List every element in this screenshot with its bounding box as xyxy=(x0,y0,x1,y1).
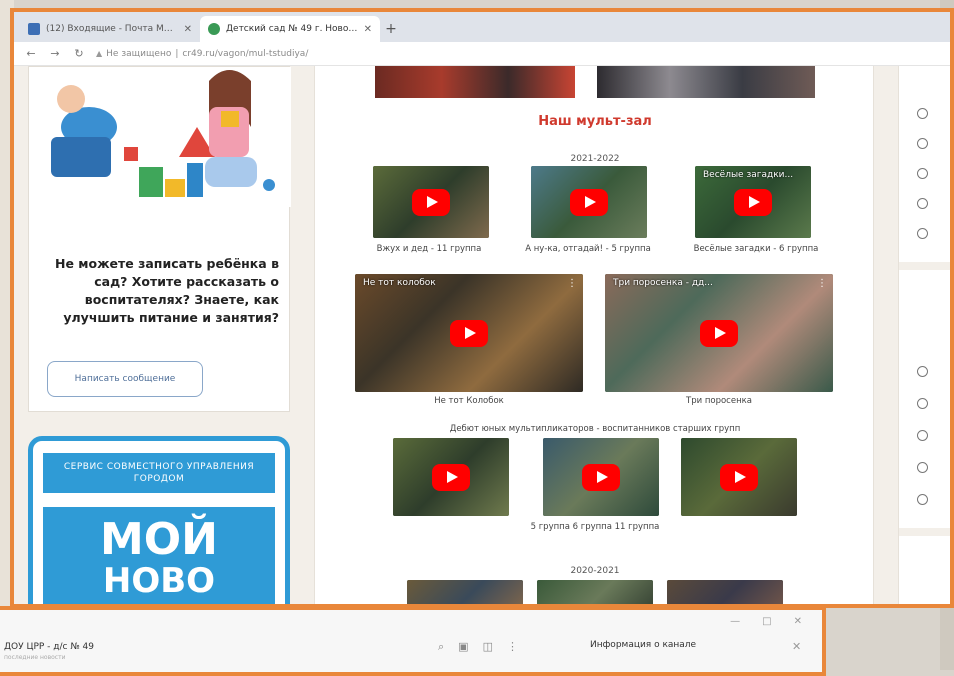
more-options-icon[interactable]: ⋮ xyxy=(817,278,827,289)
channel-title: ДОУ ЦРР - д/с № 49 xyxy=(4,642,95,652)
debut-caption: Дебют юных мультипликаторов - воспитанни… xyxy=(449,424,741,434)
play-icon[interactable] xyxy=(450,320,488,347)
close-icon[interactable]: ✕ xyxy=(792,640,801,653)
video-label: Весёлые загадки - 6 группа xyxy=(693,244,819,254)
channel-info-label[interactable]: Информация о канале xyxy=(590,640,696,650)
tab-title: (12) Входящие - Почта Mail.ru xyxy=(46,24,178,34)
forward-icon[interactable]: → xyxy=(48,47,62,60)
overlay-toolbar: ⌕ ▣ ◫ ⋮ xyxy=(438,640,518,654)
close-icon[interactable]: ✕ xyxy=(794,616,802,627)
page-content: Не можете записать ребёнка в сад? Хотите… xyxy=(14,66,950,604)
video-player[interactable] xyxy=(537,580,653,604)
children-playing-illustration xyxy=(29,67,291,207)
radio-option[interactable] xyxy=(917,108,928,119)
service-band-text: СЕРВИС СОВМЕСТНОГО УПРАВЛЕНИЯ ГОРОДОМ xyxy=(43,453,275,493)
radio-option[interactable] xyxy=(917,366,928,377)
tab-title: Детский сад № 49 г. Новороссийск xyxy=(226,24,358,34)
tab-kindergarten[interactable]: Детский сад № 49 г. Новороссийск ✕ xyxy=(200,16,380,42)
play-icon[interactable] xyxy=(582,464,620,491)
panel-icon[interactable]: ◫ xyxy=(483,640,493,654)
search-icon[interactable]: ⌕ xyxy=(438,640,444,654)
more-options-icon[interactable]: ⋮ xyxy=(507,640,518,654)
video-player[interactable] xyxy=(393,438,509,516)
video-label: Не тот Колобок xyxy=(434,396,504,406)
feedback-card: Не можете записать ребёнка в сад? Хотите… xyxy=(28,66,291,412)
maximize-icon[interactable]: □ xyxy=(762,616,771,627)
radio-option[interactable] xyxy=(917,168,928,179)
channel-subtitle: последние новости xyxy=(4,654,66,661)
radio-option[interactable] xyxy=(917,228,928,239)
play-icon[interactable] xyxy=(734,189,772,216)
site-favicon-icon xyxy=(208,23,220,35)
video-player[interactable] xyxy=(531,166,647,238)
year-heading: 2020-2021 xyxy=(570,566,620,576)
browser-window: (12) Входящие - Почта Mail.ru ✕ Детский … xyxy=(10,8,954,608)
address-bar: ← → ↻ ▲ Не защищено | cr49.ru/vagon/mul-… xyxy=(14,42,950,66)
video-player[interactable] xyxy=(407,580,523,604)
video-player[interactable] xyxy=(543,438,659,516)
main-content: Наш мульт-зал 2021-2022 Весёлые загадки.… xyxy=(314,66,874,604)
photo-image xyxy=(597,66,815,98)
video-player[interactable]: Весёлые загадки... xyxy=(695,166,811,238)
section-title: Наш мульт-зал xyxy=(538,114,652,129)
more-options-icon[interactable]: ⋮ xyxy=(567,278,577,289)
url-field[interactable]: ▲ Не защищено | cr49.ru/vagon/mul-tstudi… xyxy=(96,49,308,59)
write-message-button[interactable]: Написать сообщение xyxy=(47,361,203,397)
video-label: Три поросенка xyxy=(686,396,752,406)
play-icon[interactable] xyxy=(570,189,608,216)
play-icon[interactable] xyxy=(720,464,758,491)
photo-image xyxy=(375,66,575,98)
radio-option[interactable] xyxy=(917,138,928,149)
reload-icon[interactable]: ↻ xyxy=(72,47,86,60)
video-label: А ну-ка, отгадай! - 5 группа xyxy=(525,244,651,254)
moy-novo-service-banner[interactable]: СЕРВИС СОВМЕСТНОГО УПРАВЛЕНИЯ ГОРОДОМ МО… xyxy=(28,436,290,604)
feedback-question: Не можете записать ребёнка в сад? Хотите… xyxy=(55,256,279,325)
window-controls: — □ ✕ xyxy=(730,616,802,627)
tab-bar: (12) Входящие - Почта Mail.ru ✕ Детский … xyxy=(14,12,950,42)
video-player[interactable] xyxy=(681,438,797,516)
new-tab-button[interactable]: + xyxy=(380,16,402,42)
radio-option[interactable] xyxy=(917,398,928,409)
video-player[interactable] xyxy=(373,166,489,238)
minimize-icon[interactable]: — xyxy=(730,616,740,627)
play-icon[interactable] xyxy=(700,320,738,347)
year-heading: 2021-2022 xyxy=(570,154,620,164)
play-icon[interactable] xyxy=(432,464,470,491)
grid-icon[interactable]: ▣ xyxy=(458,640,468,654)
radio-option[interactable] xyxy=(917,198,928,209)
left-sidebar: Не можете записать ребёнка в сад? Хотите… xyxy=(28,66,291,604)
warning-icon: ▲ xyxy=(96,49,103,58)
video-overlay-window: — □ ✕ ДОУ ЦРР - д/с № 49 последние новос… xyxy=(0,606,826,676)
survey-sidebar xyxy=(898,66,950,604)
radio-option[interactable] xyxy=(917,430,928,441)
moy-novo-logo: МОЙ НОВО xyxy=(43,507,275,604)
tab-mail[interactable]: (12) Входящие - Почта Mail.ru ✕ xyxy=(20,16,200,42)
video-title: Весёлые загадки... xyxy=(703,170,794,180)
divider xyxy=(899,528,950,536)
mail-favicon-icon xyxy=(28,23,40,35)
close-icon[interactable]: ✕ xyxy=(184,24,192,35)
video-title: Не тот колобок xyxy=(363,278,436,288)
video-player[interactable]: Не тот колобок ⋮ xyxy=(355,274,583,392)
photo-strip xyxy=(375,66,815,100)
close-icon[interactable]: ✕ xyxy=(364,24,372,35)
divider xyxy=(899,262,950,270)
video-player[interactable] xyxy=(667,580,783,604)
radio-option[interactable] xyxy=(917,494,928,505)
video-title: Три поросенка - дд... xyxy=(613,278,713,288)
url-security-label: Не защищено xyxy=(106,48,172,59)
debut-group-labels: 5 группа 6 группа 11 группа xyxy=(530,522,660,532)
play-icon[interactable] xyxy=(412,189,450,216)
url-text: cr49.ru/vagon/mul-tstudiya/ xyxy=(182,48,309,59)
radio-option[interactable] xyxy=(917,462,928,473)
video-player[interactable]: Три поросенка - дд... ⋮ xyxy=(605,274,833,392)
back-icon[interactable]: ← xyxy=(24,47,38,60)
